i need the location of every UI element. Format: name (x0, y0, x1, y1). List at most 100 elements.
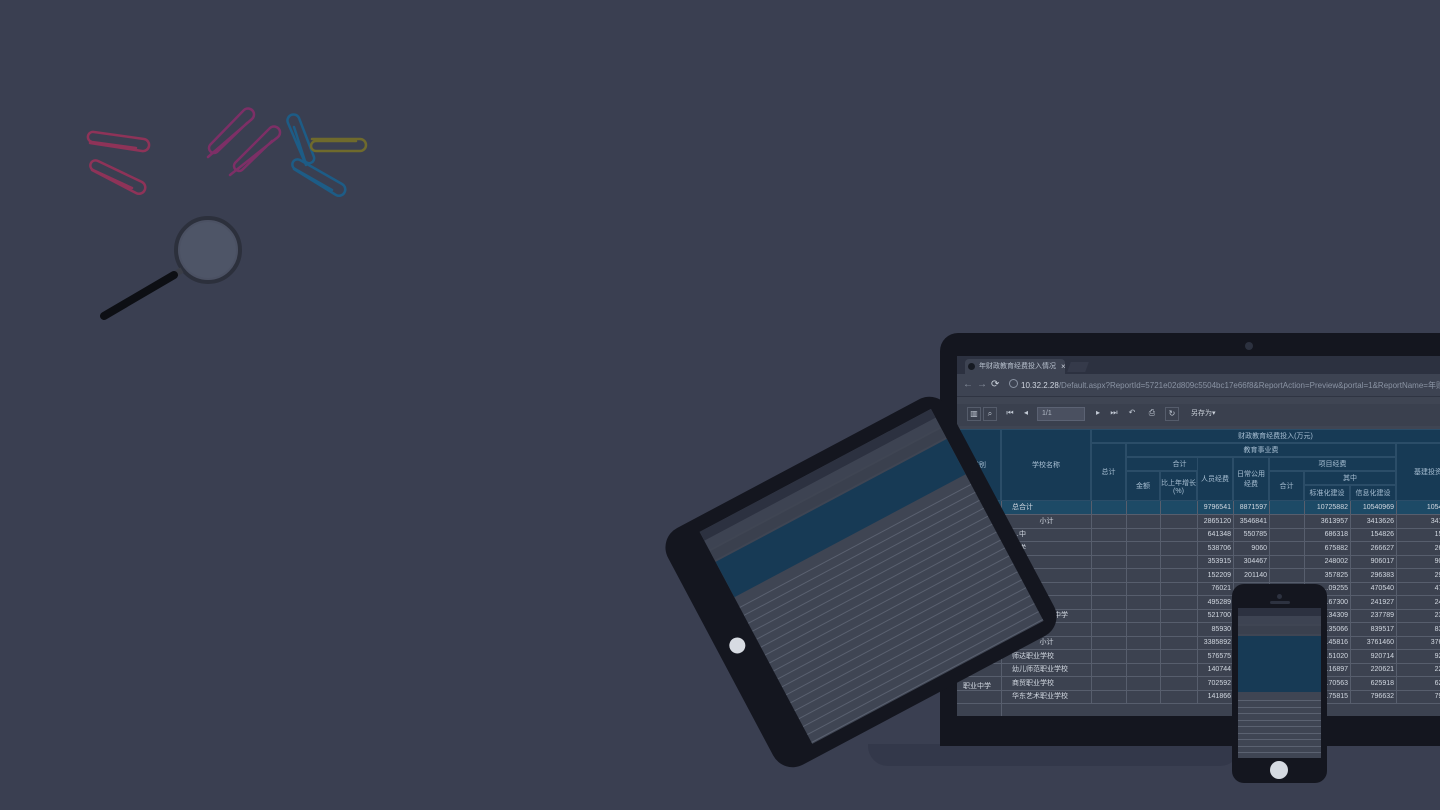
cell-empty (1269, 501, 1304, 514)
cell-info: 266627 (1350, 541, 1396, 555)
cell-empty (1126, 528, 1160, 541)
cell-info: 241927 (1350, 595, 1396, 609)
cell-standard: 3613957 (1304, 514, 1350, 528)
table-row[interactable]: 师达职业学校576575…51020920714920714 (957, 649, 1440, 664)
cell-empty (1091, 663, 1126, 676)
cell-empty (1126, 622, 1160, 636)
paper-clip-icon (286, 113, 316, 167)
cell-empty (1091, 555, 1126, 568)
cell-personnel: 152209 (1197, 568, 1233, 582)
cell-empty (1091, 636, 1126, 649)
table-row[interactable]: …学5387069060675882266627266627 (957, 541, 1440, 556)
cell-empty (1269, 528, 1304, 541)
close-icon[interactable]: × (1061, 359, 1065, 374)
forward-icon[interactable]: → (977, 379, 987, 390)
cell-empty (1126, 663, 1160, 676)
cell-empty (1160, 690, 1197, 703)
cell-empty (1091, 501, 1126, 514)
save-as-button[interactable]: 另存为▾ (1191, 407, 1216, 421)
search-icon[interactable]: ⌕ (983, 407, 997, 421)
paper-clip-icon (309, 137, 368, 153)
next-page-icon[interactable]: ▸ (1091, 407, 1105, 421)
paper-clip-icon (89, 159, 147, 195)
url-host: 10.32.2.28 (1021, 381, 1059, 390)
print-layout-icon[interactable]: ▥ (967, 407, 981, 421)
cell-personnel: 521700 (1197, 609, 1233, 622)
phone-screen (1238, 608, 1321, 758)
cell-standard: 248002 (1304, 555, 1350, 568)
table-row[interactable]: 小计28651203546841361395734136263413626 (957, 514, 1440, 529)
phone-table-row (1238, 753, 1321, 759)
cell-name: 总合计 (1001, 501, 1091, 514)
magnifier-icon (100, 216, 242, 320)
cell-empty (1091, 568, 1126, 582)
reload-icon[interactable]: ⟳ (991, 379, 999, 390)
header-daily: 日常公用经费 (1233, 457, 1269, 501)
phone-device (1232, 584, 1327, 783)
paper-clips-illustration (86, 107, 368, 197)
cell-personnel: 9796541 (1197, 501, 1233, 514)
cell-info: 796632 (1350, 690, 1396, 703)
cell-info: 237789 (1350, 609, 1396, 622)
browser-tab[interactable]: 年财政教育经费投入情况 × (965, 359, 1065, 374)
cell-standard: 675882 (1304, 541, 1350, 555)
print-icon[interactable]: ⎙ (1145, 407, 1159, 421)
last-page-icon[interactable]: ⏭ (1107, 407, 1121, 421)
back-icon[interactable]: ← (963, 379, 973, 390)
phone-toolbar (1238, 626, 1321, 634)
info-icon (1009, 379, 1018, 388)
header-school: 学校名称 (1001, 429, 1091, 501)
cell-info: 10540969 (1350, 501, 1396, 514)
url-field[interactable]: 10.32.2.28/Default.aspx?ReportId=5721e02… (1009, 379, 1440, 391)
header-edu-group: 教育事业费 (1126, 443, 1396, 457)
cell-personnel: 76021 (1197, 582, 1233, 595)
cell-empty (1091, 528, 1126, 541)
cell-empty (1160, 501, 1197, 514)
header-personnel: 人员经费 (1197, 457, 1233, 501)
table-row[interactable]: 华东艺术职业学校141866…75815796632796632 (957, 690, 1440, 704)
table-row[interactable]: 商贸职业学校702592…70563625918625918 (957, 676, 1440, 691)
cell-info: 906017 (1350, 555, 1396, 568)
cell-empty (1160, 649, 1197, 663)
new-tab-button[interactable] (1067, 362, 1089, 372)
cell-name: 商贸职业学校 (1001, 676, 1091, 690)
url-path: /Default.aspx?ReportId=5721e02d809c5504b… (1058, 381, 1440, 390)
cell-daily: 304467 (1233, 555, 1269, 568)
table-row[interactable]: 幼儿师范职业学校140744…16897220621220621 (957, 663, 1440, 677)
cell-base: 796632 (1396, 690, 1440, 703)
cell-base: 296383 (1396, 568, 1440, 582)
prev-page-icon[interactable]: ◂ (1019, 407, 1033, 421)
cell-empty (1269, 555, 1304, 568)
header-project-sum: 合计 (1269, 471, 1304, 501)
speaker-grille (1270, 601, 1290, 604)
header-total: 总计 (1091, 443, 1126, 501)
cell-empty (1160, 622, 1197, 636)
paper-clip-icon (86, 130, 151, 153)
table-row[interactable]: …中641348550785686318154826154826 (957, 528, 1440, 542)
cell-personnel: 538706 (1197, 541, 1233, 555)
cell-standard: 357825 (1304, 568, 1350, 582)
table-row[interactable]: 总合计9796541887159710725882105409691054096… (957, 501, 1440, 515)
cell-base: 3761460 (1396, 636, 1440, 649)
page-number-input[interactable]: 1/1 (1037, 407, 1085, 421)
phone-address-bar (1238, 616, 1321, 624)
cell-personnel: 3385892 (1197, 636, 1233, 649)
cell-name: 幼儿师范职业学校 (1001, 663, 1091, 676)
cell-base: 220621 (1396, 663, 1440, 676)
laptop-screen: 年财政教育经费投入情况 × ← → ⟳ 10.32.2.28/Default.a… (957, 356, 1440, 716)
cell-info: 920714 (1350, 649, 1396, 663)
cell-empty (1126, 568, 1160, 582)
cell-empty (1091, 690, 1126, 703)
cell-base: 266627 (1396, 541, 1440, 555)
phone-table-header (1238, 636, 1321, 692)
cell-empty (1160, 528, 1197, 541)
cell-name: 小计 (1001, 514, 1091, 528)
cell-empty (1091, 595, 1126, 609)
tab-title: 年财政教育经费投入情况 (979, 363, 1056, 370)
undo-icon[interactable]: ↶ (1125, 407, 1139, 421)
first-page-icon[interactable]: ⏮ (1003, 407, 1017, 421)
cell-base: 237789 (1396, 609, 1440, 622)
cell-empty (1160, 663, 1197, 676)
cell-personnel: 641348 (1197, 528, 1233, 541)
refresh-icon[interactable]: ↻ (1165, 407, 1179, 421)
